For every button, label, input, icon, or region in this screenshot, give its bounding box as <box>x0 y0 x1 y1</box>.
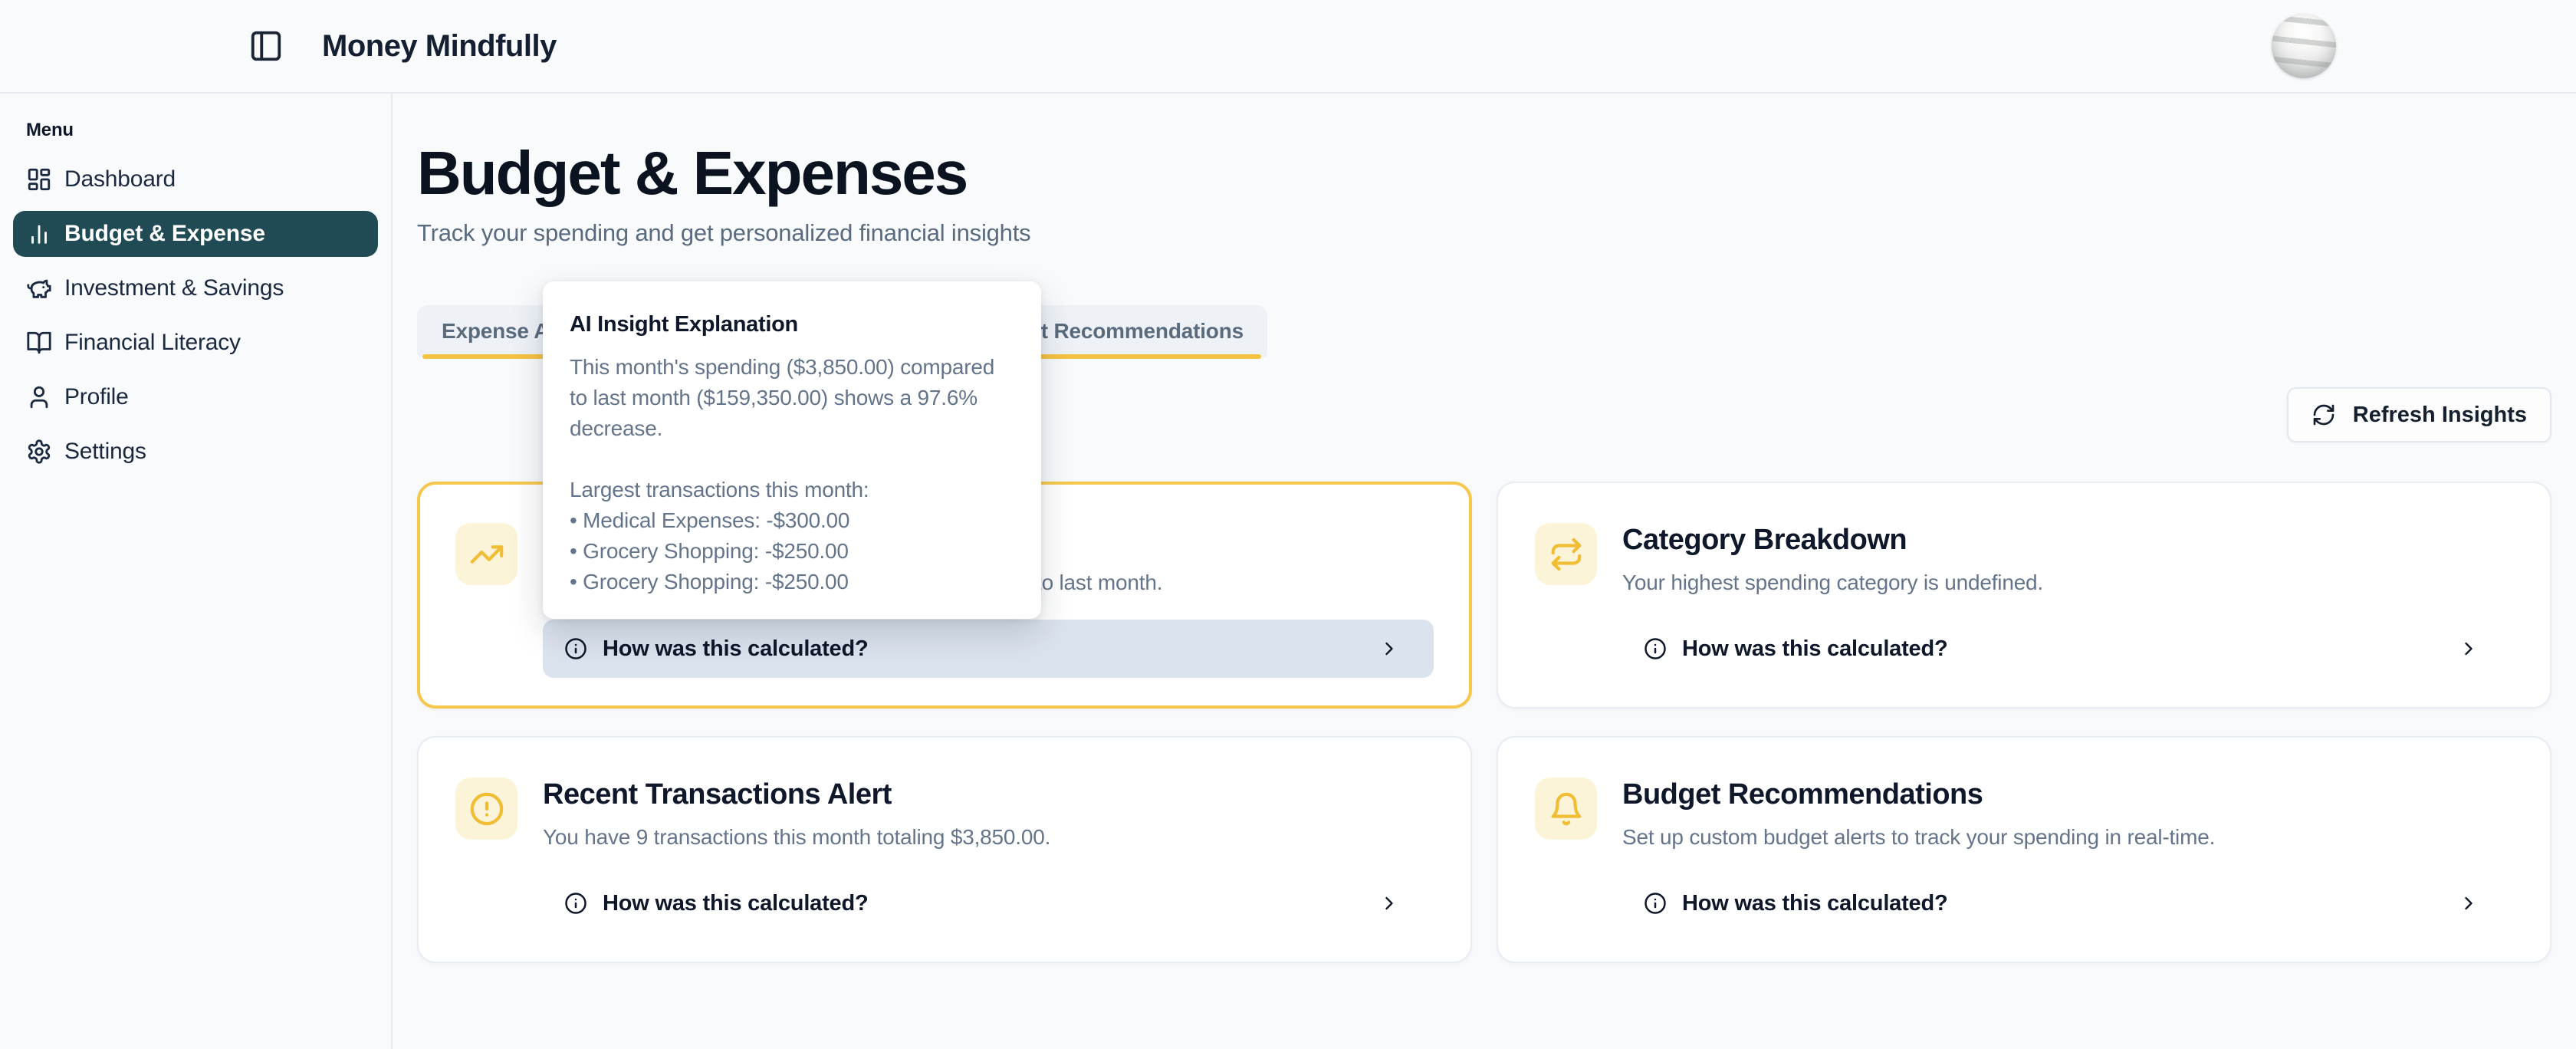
book-open-icon <box>26 330 52 356</box>
popover-paragraph-gap <box>570 444 1015 475</box>
how-calculated-label: How was this calculated? <box>1682 891 1948 916</box>
page-subtitle: Track your spending and get personalized… <box>417 219 2551 247</box>
card-subtitle: You have 9 transactions this month total… <box>543 824 1434 851</box>
page-title: Budget & Expenses <box>417 136 2551 210</box>
popover-text-line: • Medical Expenses: -$300.00 <box>570 505 1015 536</box>
insight-card-budget-recommendations: Budget Recommendations Set up custom bud… <box>1497 736 2551 963</box>
panel-left-icon <box>248 28 284 64</box>
app-header: Money Mindfully <box>0 0 2576 94</box>
app-title: Money Mindfully <box>322 29 557 64</box>
popover-text-line: • Grocery Shopping: -$250.00 <box>570 567 1015 597</box>
how-calculated-link[interactable]: How was this calculated? <box>543 620 1434 678</box>
sidebar-toggle-button[interactable] <box>248 28 284 64</box>
card-content: Recent Transactions Alert You have 9 tra… <box>543 778 1434 932</box>
how-calculated-label: How was this calculated? <box>603 636 869 662</box>
repeat-icon <box>1535 523 1597 585</box>
insight-card-recent-transactions: Recent Transactions Alert You have 9 tra… <box>417 736 1472 963</box>
card-title: Budget Recommendations <box>1622 778 2513 811</box>
chevron-right-icon <box>2458 893 2479 914</box>
info-icon <box>564 637 587 660</box>
chevron-right-icon <box>1378 638 1400 659</box>
info-icon <box>1644 892 1667 915</box>
how-calculated-link[interactable]: How was this calculated? <box>1622 620 2513 678</box>
sidebar-item-label: Dashboard <box>64 166 176 192</box>
card-subtitle: to last month. <box>1036 569 1434 597</box>
card-subtitle: Your highest spending category is undefi… <box>1622 569 2513 597</box>
how-calculated-link[interactable]: How was this calculated? <box>1622 874 2513 932</box>
trending-up-icon <box>455 523 518 585</box>
user-icon <box>26 384 52 410</box>
avatar[interactable] <box>2272 14 2336 78</box>
sidebar-item-dashboard[interactable]: Dashboard <box>13 156 378 202</box>
sidebar-item-label: Financial Literacy <box>64 330 241 356</box>
sidebar-item-investment-savings[interactable]: Investment & Savings <box>13 265 378 311</box>
bell-icon <box>1535 778 1597 840</box>
how-calculated-label: How was this calculated? <box>1682 636 1948 662</box>
sidebar-item-budget-expense[interactable]: Budget & Expense <box>13 211 378 257</box>
sidebar-item-label: Budget & Expense <box>64 221 265 247</box>
popover-body: This month's spending ($3,850.00) compar… <box>570 352 1015 597</box>
refresh-insights-label: Refresh Insights <box>2353 403 2527 428</box>
gear-icon <box>26 439 52 465</box>
popover-text-line: • Grocery Shopping: -$250.00 <box>570 536 1015 567</box>
layout-dashboard-icon <box>26 166 52 192</box>
chevron-right-icon <box>1378 893 1400 914</box>
sidebar-item-profile[interactable]: Profile <box>13 374 378 420</box>
info-icon <box>1644 637 1667 660</box>
card-content: Category Breakdown Your highest spending… <box>1622 523 2513 678</box>
popover-text-line: to last month ($159,350.00) shows a 97.6… <box>570 383 1015 413</box>
popover-title: AI Insight Explanation <box>570 311 1015 338</box>
how-calculated-label: How was this calculated? <box>603 891 869 916</box>
sidebar-section-label: Menu <box>26 120 378 141</box>
card-content: Budget Recommendations Set up custom bud… <box>1622 778 2513 932</box>
piggy-bank-icon <box>26 275 52 301</box>
sidebar-item-financial-literacy[interactable]: Financial Literacy <box>13 320 378 366</box>
info-icon <box>564 892 587 915</box>
popover-text-line: This month's spending ($3,850.00) compar… <box>570 352 1015 383</box>
bar-chart-icon <box>26 221 52 247</box>
refresh-insights-button[interactable]: Refresh Insights <box>2287 387 2551 442</box>
card-title: Category Breakdown <box>1622 523 2513 557</box>
chevron-right-icon <box>2458 638 2479 659</box>
ai-insight-popover: AI Insight Explanation This month's spen… <box>543 281 1041 619</box>
refresh-icon <box>2312 403 2336 427</box>
card-subtitle: Set up custom budget alerts to track you… <box>1622 824 2513 851</box>
sidebar-item-label: Profile <box>64 384 129 410</box>
popover-text-line: decrease. <box>570 413 1015 444</box>
insight-card-category-breakdown: Category Breakdown Your highest spending… <box>1497 482 2551 709</box>
alert-circle-icon <box>455 778 518 840</box>
popover-text-line: Largest transactions this month: <box>570 475 1015 505</box>
sidebar-item-label: Settings <box>64 439 146 465</box>
how-calculated-link[interactable]: How was this calculated? <box>543 874 1434 932</box>
card-title: Recent Transactions Alert <box>543 778 1434 811</box>
sidebar-item-label: Investment & Savings <box>64 275 284 301</box>
sidebar: Menu Dashboard Budget & Expense Investme… <box>0 94 393 1049</box>
sidebar-item-settings[interactable]: Settings <box>13 429 378 475</box>
